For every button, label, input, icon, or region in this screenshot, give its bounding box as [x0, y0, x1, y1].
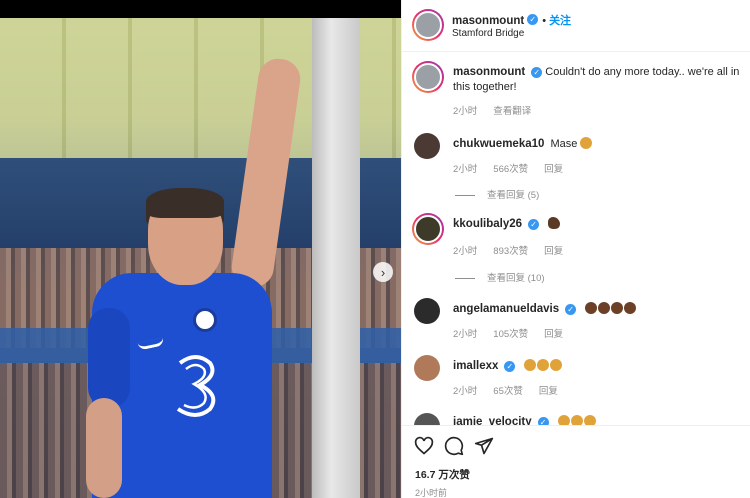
post-sidebar: masonmount ✓ • 关注 Stamford Bridge masonmoun… [401, 0, 750, 498]
post-actions: 16.7 万次赞 2小时前 [402, 425, 750, 498]
commenter-avatar[interactable] [414, 133, 440, 159]
comment-username[interactable]: chukwuemeka10 [453, 138, 544, 150]
emoji-icon [580, 137, 593, 149]
clap-emoji-icon [611, 302, 624, 314]
verified-badge-icon: ✓ [565, 303, 577, 315]
likes-count[interactable]: 16.7 万次赞 [415, 467, 470, 482]
reply-button[interactable]: 回复 [544, 164, 563, 175]
verified-badge-icon: ✓ [528, 218, 540, 230]
comment-text: Mase [550, 138, 578, 150]
goal-post [312, 18, 360, 498]
post-photo[interactable]: › [0, 18, 401, 498]
comment-time: 2小时 [453, 329, 478, 340]
author-avatar[interactable] [412, 61, 444, 93]
author-username[interactable]: masonmount [452, 15, 524, 27]
emoji-icon [570, 415, 583, 425]
translate-link[interactable]: 查看翻译 [493, 106, 531, 117]
verified-badge-icon: ✓ [531, 66, 543, 78]
replies-divider [455, 194, 475, 196]
emoji-icon [583, 415, 596, 425]
next-photo-button[interactable]: › [373, 262, 393, 282]
verified-badge-icon: ✓ [537, 416, 549, 425]
comment-username[interactable]: kkoulibaly26 [453, 218, 522, 230]
clap-emoji-icon [624, 302, 637, 314]
comment-time: 2小时 [453, 246, 478, 257]
author-avatar[interactable] [412, 9, 444, 41]
flexed-biceps-emoji-icon [548, 217, 561, 229]
clap-emoji-icon [585, 302, 598, 314]
comment-time: 2小时 [453, 386, 478, 397]
comment-icon[interactable] [444, 436, 464, 456]
comment-username[interactable]: angelamanueldavis [453, 303, 559, 315]
emoji-icon [557, 415, 570, 425]
reply-button[interactable]: 回复 [539, 386, 558, 397]
share-icon[interactable] [474, 436, 494, 456]
emoji-icon [524, 359, 537, 371]
verified-badge-icon: ✓ [504, 360, 516, 372]
chevron-right-icon: › [380, 264, 386, 280]
commenter-avatar[interactable] [412, 213, 444, 245]
comment-username[interactable]: jamie_velocity [453, 416, 532, 425]
verified-badge-icon: ✓ [527, 14, 539, 26]
location-link[interactable]: Stamford Bridge [452, 28, 524, 39]
replies-divider [455, 277, 475, 279]
photo-top-bar [0, 0, 401, 18]
reply-button[interactable]: 回复 [544, 329, 563, 340]
comment-username[interactable]: imallexx [453, 360, 498, 372]
comment-likes[interactable]: 65次赞 [493, 386, 523, 397]
comment-time: 2小时 [453, 164, 478, 175]
comments-list[interactable]: masonmount ✓ Couldn't do any more today..… [402, 53, 750, 425]
clap-emoji-icon [598, 302, 611, 314]
comment-likes[interactable]: 105次赞 [493, 329, 528, 340]
caption-time: 2小时 [453, 106, 478, 117]
post-timestamp: 2小时前 [415, 488, 448, 498]
club-crest [193, 308, 217, 332]
player-forearm [86, 398, 122, 498]
commenter-avatar[interactable] [414, 298, 440, 324]
view-replies-link[interactable]: 查看回复 (10) [487, 273, 545, 284]
emoji-icon [537, 359, 550, 371]
shirt-sponsor-logo [176, 355, 216, 417]
comment-likes[interactable]: 893次赞 [493, 246, 528, 257]
commenter-avatar[interactable] [414, 413, 440, 425]
header-separator: • [542, 15, 547, 27]
reply-button[interactable]: 回复 [544, 246, 563, 257]
emoji-icon [550, 359, 563, 371]
player-sleeve [88, 308, 130, 408]
follow-button[interactable]: 关注 [549, 15, 571, 27]
post-header: masonmount ✓ • 关注 Stamford Bridge [402, 0, 750, 52]
comment-likes[interactable]: 566次赞 [493, 164, 528, 175]
caption-username[interactable]: masonmount [453, 66, 525, 78]
player-hair-top [146, 188, 224, 218]
commenter-avatar[interactable] [414, 355, 440, 381]
heart-icon[interactable] [414, 436, 434, 456]
view-replies-link[interactable]: 查看回复 (5) [487, 190, 539, 201]
